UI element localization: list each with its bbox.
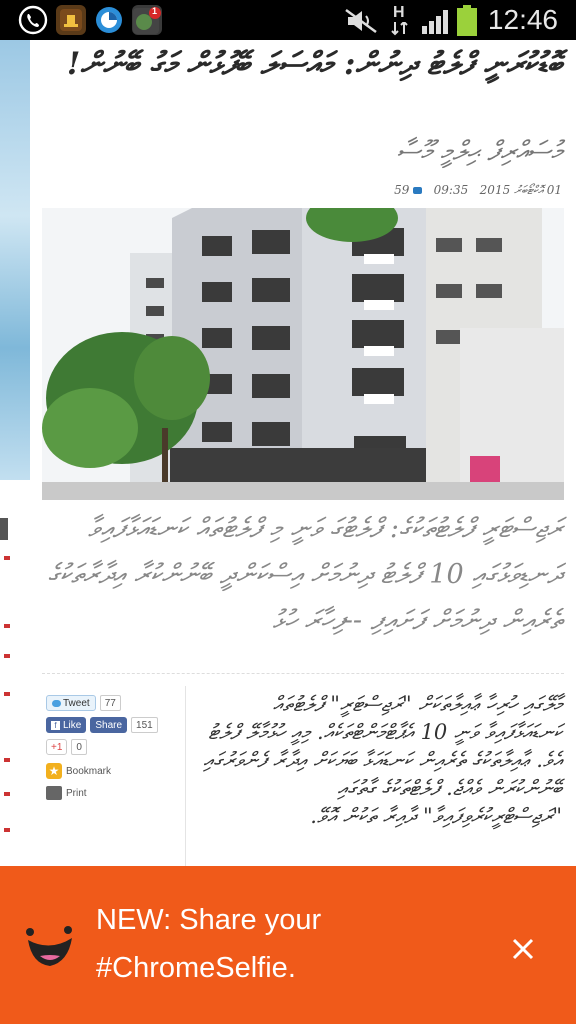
- menu-bullet[interactable]: [4, 654, 10, 658]
- menu-bullet[interactable]: [4, 556, 10, 560]
- close-icon[interactable]: [498, 924, 548, 974]
- printer-icon: [46, 786, 62, 800]
- smiley-mascot-icon: [22, 918, 78, 974]
- menu-bullet[interactable]: [4, 624, 10, 628]
- menu-bullet[interactable]: [4, 828, 10, 832]
- banner-message: NEW: Share your #ChromeSelfie.: [96, 896, 321, 992]
- fb-like-label: Like: [63, 719, 82, 731]
- sidebar-background-image: [0, 40, 30, 480]
- gplus-row: +1 0: [46, 738, 87, 756]
- column-separator: [185, 686, 186, 866]
- views-icon: [413, 187, 423, 194]
- gplus-label: +1: [51, 741, 63, 753]
- bookmark-label: Bookmark: [66, 765, 112, 777]
- menu-bullet[interactable]: [4, 792, 10, 796]
- google-plus-button[interactable]: +1: [46, 739, 68, 755]
- hat-app-icon: [56, 5, 86, 35]
- menu-bullet[interactable]: [4, 692, 10, 696]
- article-meta: 01 އޮކްޓޯބަރު 2015 09:35 59: [394, 183, 562, 198]
- article-container: ބޮޑުކުރަނީ ފްލެޓު ދިނުން: މައްސަލަ ބޭފުޅ…: [30, 40, 576, 866]
- status-bar: 1 H 12:46: [0, 0, 576, 40]
- menu-bullet[interactable]: [4, 758, 10, 762]
- facebook-share-button[interactable]: Share: [90, 717, 128, 733]
- bookmark-button[interactable]: ★ Bookmark: [46, 762, 111, 780]
- data-type-label: H: [393, 4, 405, 21]
- viber-icon: [18, 5, 48, 35]
- battery-icon: [456, 5, 478, 41]
- divider: [42, 673, 564, 674]
- sidebar-menu: [0, 510, 30, 866]
- print-label: Print: [66, 787, 87, 799]
- article-headline[interactable]: ބޮޑުކުރަނީ ފްލެޓު ދިނުން: މައްސަލަ ބޭފުޅ…: [42, 42, 562, 86]
- notification-badge-count: 1: [152, 6, 158, 16]
- article-body: މާލޭގައި ހުރިހާ ޢާއިލާތަކަށް "ރަޖިސްޓަރީ…: [203, 692, 562, 828]
- banner-line-2: #ChromeSelfie.: [96, 952, 296, 984]
- clock: 12:46: [487, 4, 558, 35]
- notification-badge-app-icon: 1: [132, 5, 162, 35]
- banner-line-1: NEW: Share your: [96, 904, 322, 936]
- article-date: 01 އޮކްޓޯބަރު 2015: [479, 183, 562, 197]
- article-time: 09:35: [433, 183, 469, 197]
- article-summary: ރަޖިސްޓަރީ ފްލެޓުތަކުގެ: ފްލެޓުގަ ވަނީ މ…: [47, 513, 562, 636]
- tweet-row: Tweet 77: [46, 694, 121, 712]
- blue-round-app-icon: [94, 5, 124, 35]
- signal-icon: [422, 8, 452, 38]
- tweet-count: 77: [99, 695, 121, 711]
- facebook-like-button[interactable]: f Like: [46, 717, 87, 733]
- print-button[interactable]: Print: [46, 784, 87, 802]
- twitter-bird-icon: [52, 699, 61, 707]
- facebook-count: 151: [131, 717, 158, 733]
- promo-banner[interactable]: NEW: Share your #ChromeSelfie.: [0, 866, 576, 1024]
- fb-share-label: Share: [95, 719, 123, 731]
- mute-icon: [344, 8, 378, 38]
- tweet-label: Tweet: [63, 697, 90, 709]
- web-page[interactable]: ބޮޑުކުރަނީ ފްލެޓު ދިނުން: މައްސަލަ ބޭފުޅ…: [0, 40, 576, 866]
- article-photo[interactable]: [42, 208, 564, 500]
- facebook-row: f Like Share 151: [46, 716, 158, 734]
- article-views: 59: [394, 183, 410, 197]
- gplus-count: 0: [71, 739, 87, 755]
- share-panel: Tweet 77 f Like Share 151 +1 0 ★ Bookmar…: [42, 688, 182, 866]
- facebook-icon: f: [51, 720, 60, 730]
- h-data-icon: H: [390, 4, 410, 36]
- article-author[interactable]: މުސައްރިފް ޙިލްމީ މޫސާ: [397, 136, 562, 168]
- star-icon: ★: [46, 763, 62, 779]
- tweet-button[interactable]: Tweet: [46, 695, 96, 711]
